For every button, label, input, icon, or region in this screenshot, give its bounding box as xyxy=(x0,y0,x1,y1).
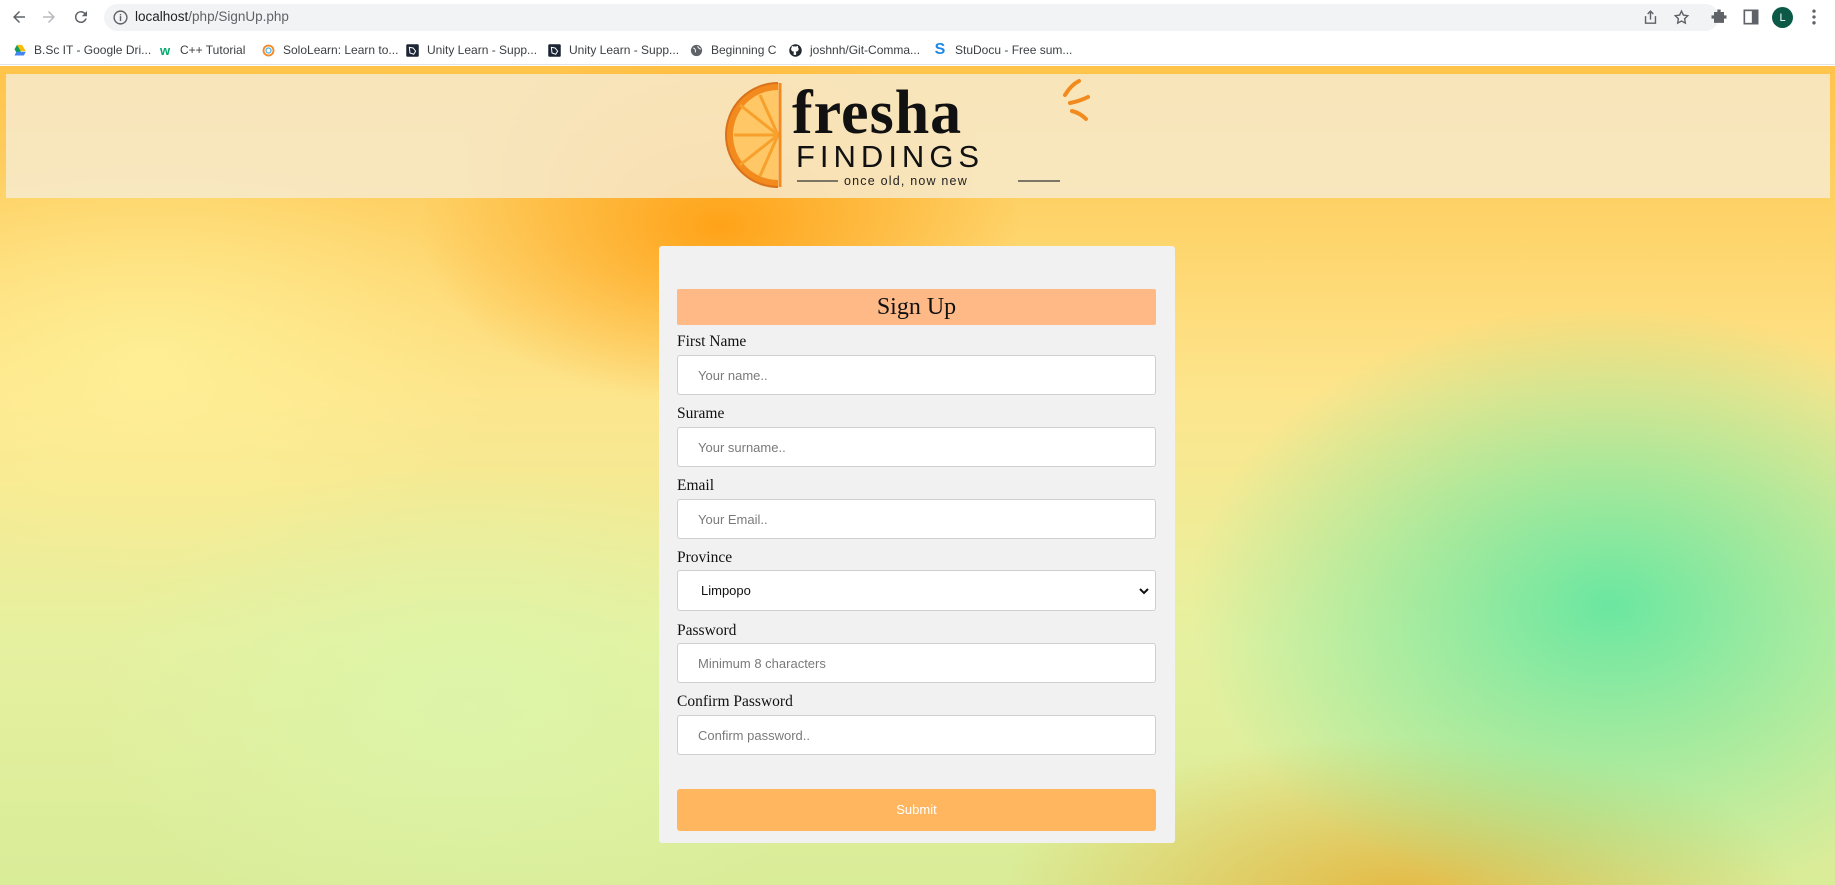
menu-kebab-icon[interactable] xyxy=(1804,7,1824,27)
github-icon xyxy=(787,42,803,58)
signup-form-card: Sign Up First Name Surame Email Province… xyxy=(659,246,1175,843)
globe-icon xyxy=(688,42,704,58)
share-icon[interactable] xyxy=(1642,9,1659,26)
forward-icon[interactable] xyxy=(38,6,60,28)
first-name-input[interactable] xyxy=(677,355,1156,395)
address-bar[interactable]: localhost/php/SignUp.php xyxy=(104,4,1719,31)
url-text: localhost/php/SignUp.php xyxy=(135,9,289,24)
browser-toolbar: localhost/php/SignUp.php L xyxy=(0,0,1835,35)
bookmark-item[interactable]: S StuDocu - Free sum... xyxy=(932,41,1073,59)
bookmark-item[interactable]: SoloLearn: Learn to... xyxy=(260,41,398,59)
password-label: Password xyxy=(677,622,737,639)
back-icon[interactable] xyxy=(8,6,30,28)
first-name-label: First Name xyxy=(677,333,747,350)
bookmark-item[interactable]: B.Sc IT - Google Dri... xyxy=(11,41,151,59)
province-selected-value: Limpopo xyxy=(701,583,751,598)
confirm-password-label: Confirm Password xyxy=(677,693,793,710)
profile-avatar[interactable]: L xyxy=(1772,7,1793,28)
reload-icon[interactable] xyxy=(70,6,92,28)
svg-text:once old, now new: once old, now new xyxy=(844,174,968,188)
google-drive-icon xyxy=(11,42,27,58)
bookmarks-bar: B.Sc IT - Google Dri... w C++ Tutorial S… xyxy=(0,35,1835,65)
surname-input[interactable] xyxy=(677,427,1156,467)
site-info-icon[interactable] xyxy=(112,9,129,26)
unity-icon xyxy=(546,42,562,58)
email-label: Email xyxy=(677,477,715,494)
submit-button[interactable]: Submit xyxy=(677,789,1156,831)
bookmark-item[interactable]: w C++ Tutorial xyxy=(157,41,245,59)
svg-text:FINDINGS: FINDINGS xyxy=(796,139,984,174)
svg-text:fresha: fresha xyxy=(792,79,962,147)
side-panel-icon[interactable] xyxy=(1741,7,1761,27)
page-background: fresha FINDINGS once old, now new Sign U… xyxy=(0,66,1835,885)
bookmark-item[interactable]: joshnh/Git-Comma... xyxy=(787,41,920,59)
fresha-findings-logo: fresha FINDINGS once old, now new xyxy=(725,79,1090,188)
bookmark-star-icon[interactable] xyxy=(1673,9,1690,26)
bookmark-item[interactable]: Beginning C xyxy=(688,41,776,59)
unity-icon xyxy=(404,42,420,58)
surname-label: Surame xyxy=(677,405,725,422)
w3schools-icon: w xyxy=(159,42,171,58)
password-input[interactable] xyxy=(677,643,1156,683)
sololearn-icon xyxy=(260,42,276,58)
bookmark-item[interactable]: Unity Learn - Supp... xyxy=(404,41,537,59)
chevron-down-icon xyxy=(1139,588,1149,595)
bookmark-item[interactable]: Unity Learn - Supp... xyxy=(546,41,679,59)
extensions-icon[interactable] xyxy=(1709,7,1729,27)
confirm-password-input[interactable] xyxy=(677,715,1156,755)
province-label: Province xyxy=(677,549,733,566)
email-input[interactable] xyxy=(677,499,1156,539)
studocu-icon: S xyxy=(934,41,946,58)
form-title: Sign Up xyxy=(677,289,1156,325)
province-select[interactable]: Limpopo xyxy=(677,570,1156,611)
